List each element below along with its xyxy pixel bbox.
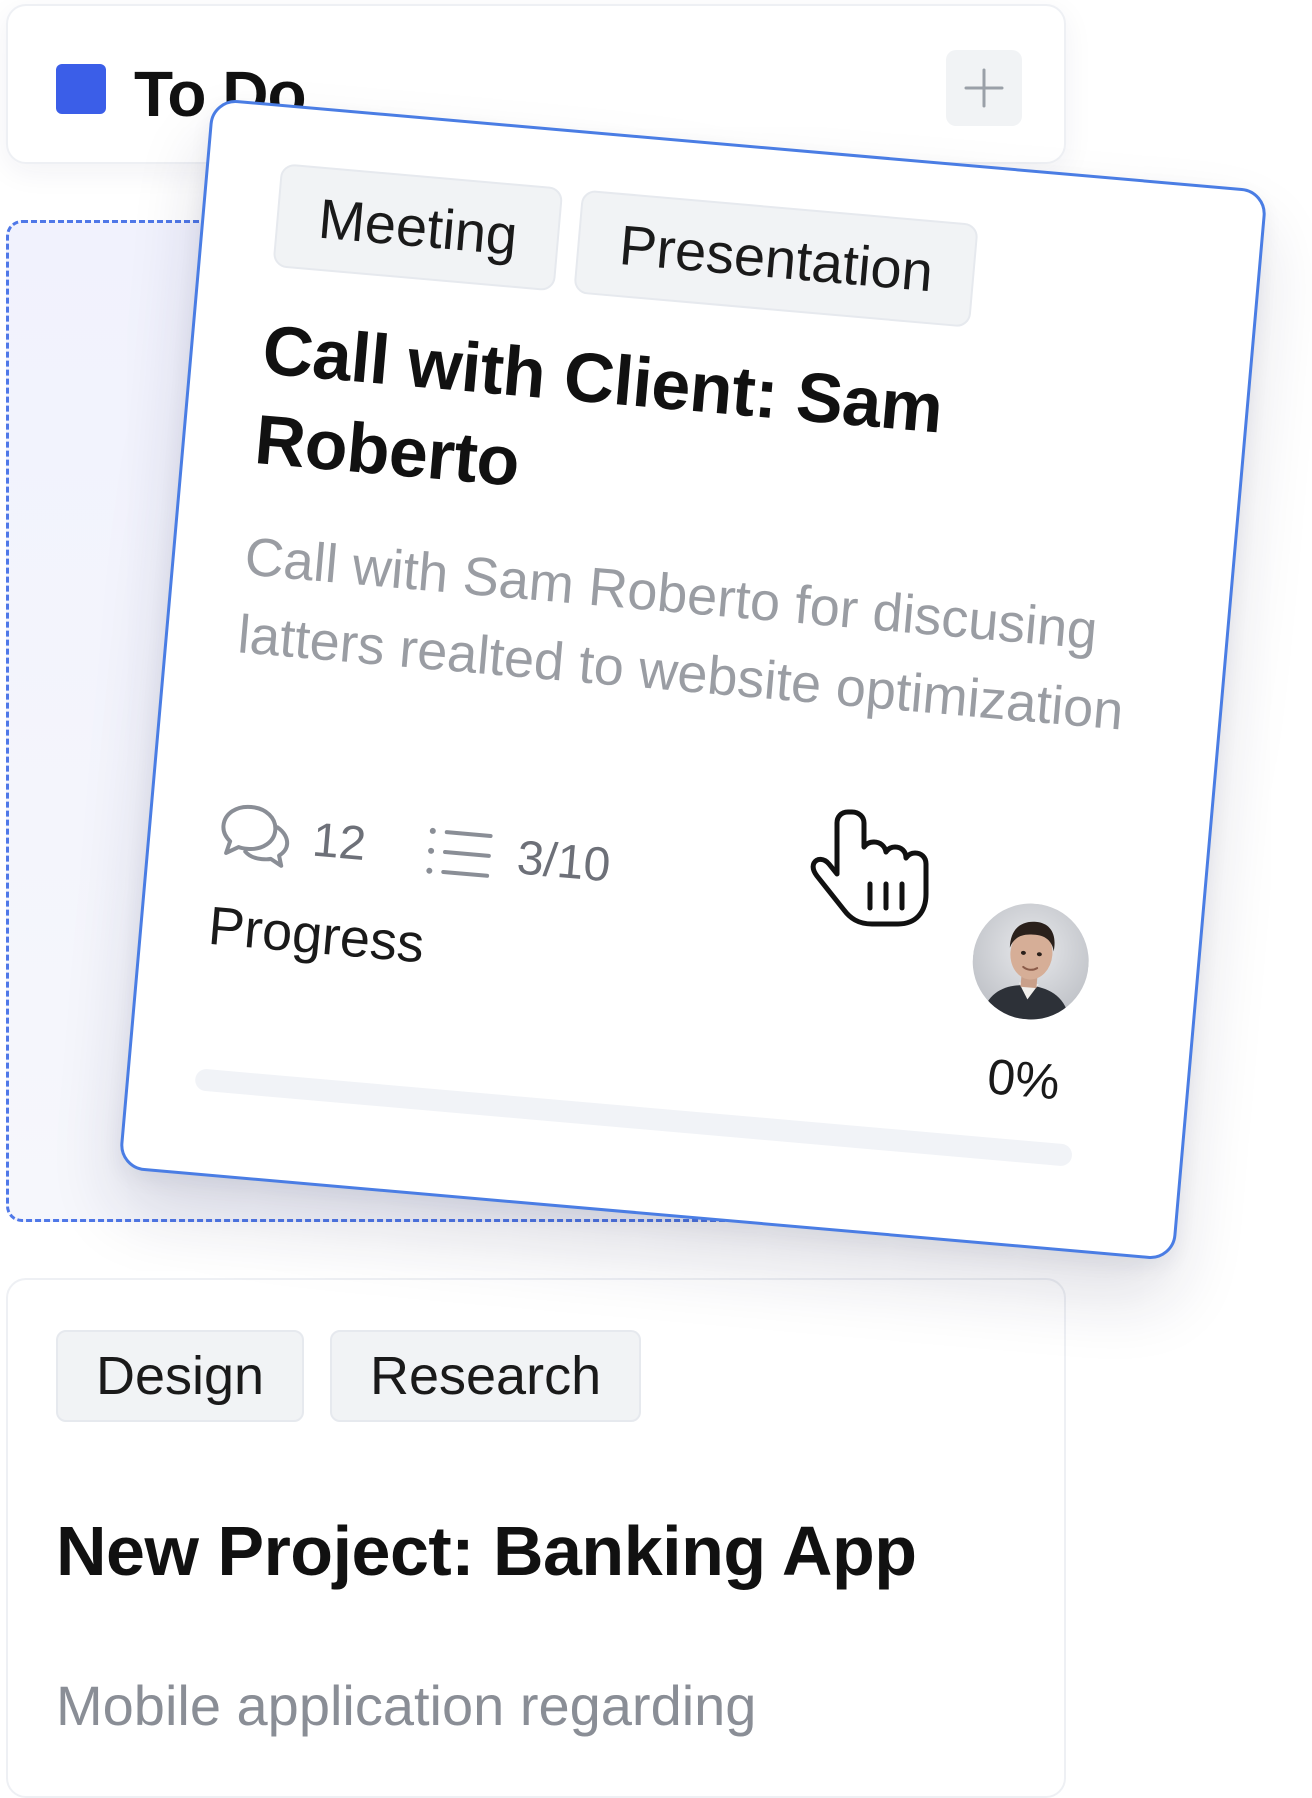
task-description: Call with Sam Roberto for discusing latt… <box>235 526 1126 742</box>
assignee-avatar-image <box>967 898 1094 1025</box>
task-title: Call with Client: Sam Roberto <box>251 310 946 501</box>
dragged-task-card[interactable]: Meeting Presentation Call with Client: S… <box>118 97 1268 1262</box>
checklist-count: 3/10 <box>514 831 613 893</box>
checklist-icon <box>426 827 493 878</box>
task-description: Mobile application regarding <box>56 1674 757 1737</box>
comments-count: 12 <box>310 813 369 872</box>
add-task-button[interactable] <box>946 50 1022 126</box>
progress-percent: 0% <box>985 1048 1062 1111</box>
progress-bar-fill <box>194 1068 197 1091</box>
tag-research[interactable]: Research <box>330 1330 642 1422</box>
avatar[interactable] <box>967 898 1094 1025</box>
task-title: New Project: Banking App <box>56 1512 917 1590</box>
plus-icon <box>964 68 1004 108</box>
column-color-indicator <box>56 64 106 114</box>
tag-meeting[interactable]: Meeting <box>272 163 564 292</box>
tag-presentation[interactable]: Presentation <box>573 189 980 328</box>
task-meta: 12 3/10 <box>214 794 670 909</box>
progress-bar <box>194 1068 1073 1167</box>
tag-design[interactable]: Design <box>56 1330 305 1422</box>
hand-pointer-icon <box>810 809 929 927</box>
task-card[interactable]: Design Research New Project: Banking App… <box>6 1278 1066 1798</box>
progress-label: Progress <box>206 895 427 975</box>
comments-icon <box>221 804 290 868</box>
